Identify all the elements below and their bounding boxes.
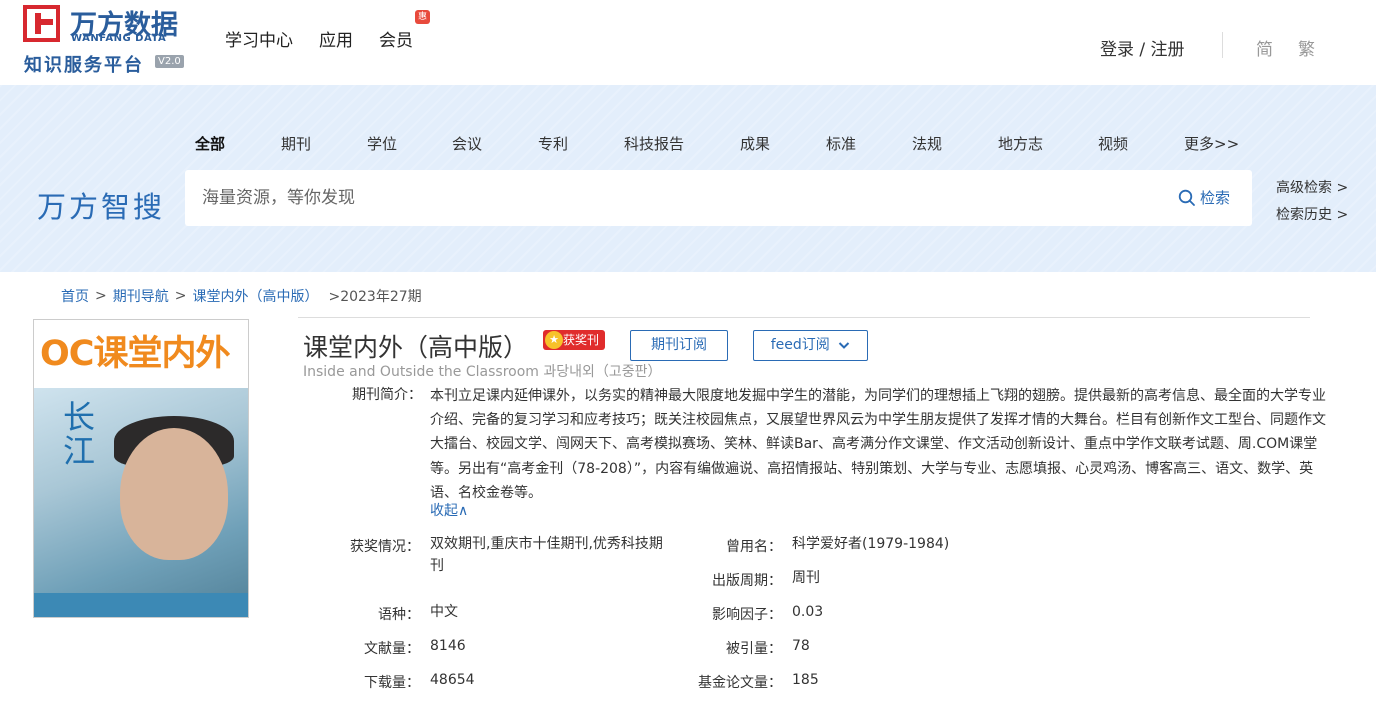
breadcrumb-current: >2023年27期 [328, 289, 422, 305]
nav-member-label: 会员 [379, 31, 413, 51]
language-switch: 简 繁 [1256, 35, 1315, 60]
tab-achievements[interactable]: 成果 [740, 133, 770, 154]
nav-learning-center[interactable]: 学习中心 [225, 26, 293, 51]
tab-regulations[interactable]: 法规 [912, 133, 942, 154]
login-register-link[interactable]: 登录 / 注册 [1100, 35, 1185, 60]
wanfang-logo[interactable]: 万方数据 WANFANG DATA 知识服务平台 V2.0 [23, 3, 193, 76]
journal-introduction: 本刊立足课内延伸课外，以务实的精神最大限度地发掘中学生的潜能，为同学们的理想插上… [430, 388, 1326, 501]
discount-badge: 惠 [415, 10, 430, 24]
award-star-icon: ★ [545, 331, 563, 349]
wanfang-logo-icon [23, 5, 60, 42]
cycle-value: 周刊 [792, 570, 820, 586]
breadcrumb-journal[interactable]: 课堂内外（高中版） [192, 286, 318, 306]
tab-degrees[interactable]: 学位 [367, 133, 397, 154]
search-category-tabs: 全部 期刊 学位 会议 专利 科技报告 成果 标准 法规 地方志 视频 更多>> [195, 133, 1275, 153]
version-badge: V2.0 [155, 55, 184, 68]
search-history-link[interactable]: 检索历史 > [1276, 202, 1348, 229]
journal-cover-image: OC课堂内外 长江 [33, 319, 249, 618]
awards-label: 获奖情况： [350, 539, 420, 555]
awards-value: 双效期刊,重庆市十佳期刊,优秀科技期刊 [430, 536, 663, 574]
tab-all[interactable]: 全部 [195, 133, 225, 154]
award-badge: ★ 获奖刊 [543, 330, 606, 350]
feed-subscribe-label: feed订阅 [770, 337, 830, 353]
divider [298, 317, 1310, 318]
cover-slogan: 长江 [58, 400, 96, 468]
tab-journals[interactable]: 期刊 [281, 133, 311, 154]
header-divider [1222, 32, 1223, 58]
lang-traditional[interactable]: 繁 [1298, 35, 1315, 60]
language-label: 语种： [378, 607, 420, 623]
search-icon [1178, 189, 1195, 206]
tab-tech-reports[interactable]: 科技报告 [624, 133, 684, 154]
journal-title: 课堂内外（高中版） [303, 333, 529, 362]
impact-factor-label: 影响因子： [712, 607, 782, 623]
downloads-value: 48654 [430, 672, 475, 688]
feed-subscribe-button[interactable]: feed订阅 [753, 330, 868, 361]
logo-subtitle: 知识服务平台 [24, 55, 144, 76]
cycle-label: 出版周期： [712, 573, 782, 589]
documents-value: 8146 [430, 638, 466, 654]
citations-label: 被引量： [726, 641, 782, 657]
breadcrumb-journal-nav[interactable]: 期刊导航 [113, 286, 169, 306]
intro-label: 期刊简介： [352, 387, 422, 403]
cover-header: OC课堂内外 [34, 320, 248, 390]
lang-simplified[interactable]: 简 [1256, 35, 1273, 60]
tab-patents[interactable]: 专利 [538, 133, 568, 154]
former-name-label: 曾用名： [726, 539, 782, 555]
chevron-down-icon [839, 342, 850, 349]
fund-papers-label: 基金论文量： [698, 675, 782, 691]
tab-standards[interactable]: 标准 [826, 133, 856, 154]
tab-local-chronicles[interactable]: 地方志 [998, 133, 1043, 154]
advanced-search-link[interactable]: 高级检索 > [1276, 175, 1348, 202]
search-box: 检索 [185, 170, 1252, 226]
breadcrumb: 首页 > 期刊导航 > 课堂内外（高中版） >2023年27期 [61, 286, 422, 306]
tab-more[interactable]: 更多>> [1184, 133, 1239, 154]
journal-subtitle: Inside and Outside the Classroom 과당내외（고중… [303, 364, 662, 380]
language-value: 中文 [430, 604, 458, 620]
main-nav: 学习中心 应用 会员惠 [225, 10, 430, 51]
search-links: 高级检索 > 检索历史 > [1276, 175, 1348, 229]
tab-conferences[interactable]: 会议 [452, 133, 482, 154]
search-button-label: 检索 [1200, 189, 1231, 207]
cover-footer-strip [34, 593, 248, 617]
tab-videos[interactable]: 视频 [1098, 133, 1128, 154]
search-input[interactable] [202, 170, 1162, 226]
collapse-toggle[interactable]: 收起∧ [430, 500, 468, 520]
downloads-label: 下载量： [364, 675, 420, 691]
search-banner: 全部 期刊 学位 会议 专利 科技报告 成果 标准 法规 地方志 视频 更多>>… [0, 85, 1376, 272]
journal-subscribe-button[interactable]: 期刊订阅 [630, 330, 728, 361]
award-badge-label: 获奖刊 [563, 333, 600, 347]
nav-member[interactable]: 会员惠 [379, 10, 430, 51]
former-name-value: 科学爱好者(1979-1984) [792, 536, 950, 552]
documents-label: 文献量： [364, 641, 420, 657]
breadcrumb-home[interactable]: 首页 [61, 286, 89, 306]
breadcrumb-separator: > [95, 288, 107, 304]
citations-value: 78 [792, 638, 810, 654]
cover-title: OC课堂内外 [40, 334, 230, 374]
cover-person-face [120, 428, 228, 560]
search-button[interactable]: 检索 [1178, 187, 1230, 208]
nav-apps[interactable]: 应用 [319, 26, 353, 51]
impact-factor-value: 0.03 [792, 604, 824, 620]
top-header: 万方数据 WANFANG DATA 知识服务平台 V2.0 学习中心 应用 会员… [0, 0, 1376, 85]
logo-text-en: WANFANG DATA [71, 33, 167, 44]
fund-papers-value: 185 [792, 672, 819, 688]
breadcrumb-separator: > [174, 288, 187, 304]
search-brand: 万方智搜 [37, 190, 166, 224]
